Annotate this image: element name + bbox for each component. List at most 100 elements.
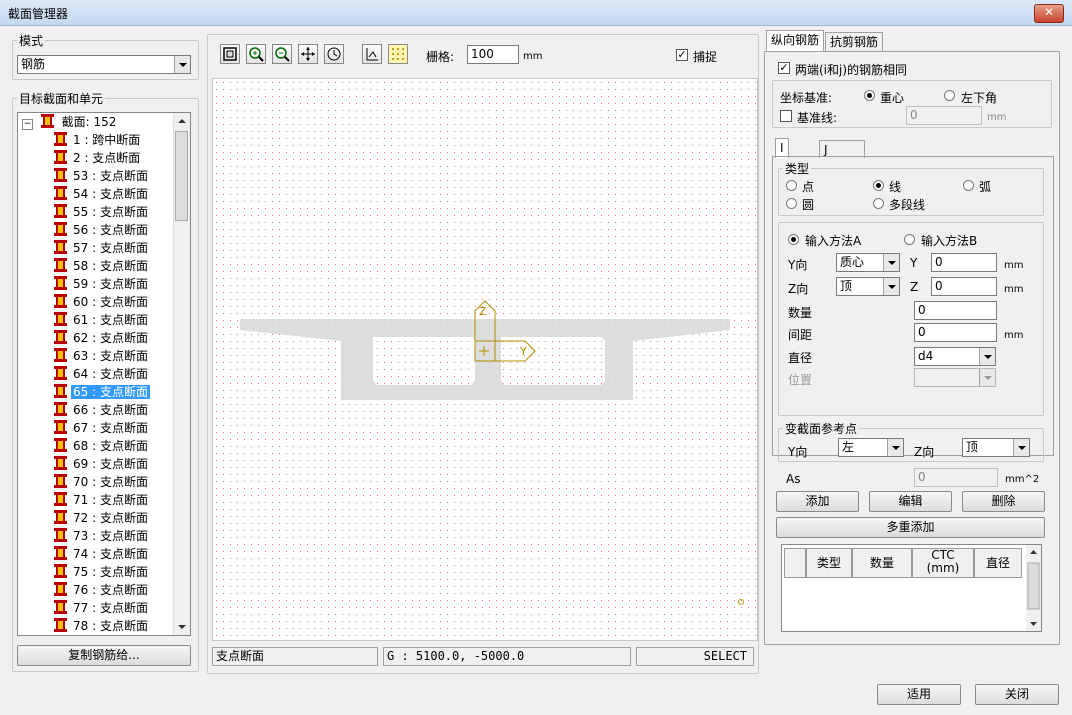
rotate-button[interactable] — [324, 44, 344, 64]
ibeam-icon — [54, 132, 67, 146]
tree-item[interactable]: 77 : 支点断面 — [54, 599, 150, 617]
y-dir-select[interactable]: 质心 — [836, 253, 900, 272]
tree-item[interactable]: 67 : 支点断面 — [54, 419, 150, 437]
collapse-icon[interactable]: − — [22, 119, 33, 130]
section-view-button[interactable] — [362, 44, 382, 64]
y-input[interactable]: 0 — [931, 253, 997, 272]
tree-item[interactable]: 54 : 支点断面 — [54, 185, 150, 203]
window-close-button[interactable]: ✕ — [1034, 4, 1064, 23]
ibeam-icon — [54, 168, 67, 182]
tree-item[interactable]: 71 : 支点断面 — [54, 491, 150, 509]
input-b-radio[interactable] — [904, 234, 915, 245]
ibeam-icon — [54, 492, 67, 506]
type-circle-radio[interactable] — [786, 198, 797, 209]
tab-end-i[interactable]: I — [775, 138, 789, 158]
centroid-radio[interactable] — [864, 90, 875, 101]
tree-item[interactable]: 57 : 支点断面 — [54, 239, 150, 257]
mode-select[interactable]: 钢筋 — [17, 55, 191, 74]
tree-item[interactable]: 2 : 支点断面 — [54, 149, 142, 167]
tree-item[interactable]: 72 : 支点断面 — [54, 509, 150, 527]
close-button[interactable]: 关闭 — [975, 684, 1059, 705]
vs-z-dir-select[interactable]: 顶 — [962, 438, 1030, 457]
zoom-out-button[interactable] — [272, 44, 292, 64]
tree-item[interactable]: 61 : 支点断面 — [54, 311, 150, 329]
type-line-radio[interactable] — [873, 180, 884, 191]
tree-item[interactable]: 78 : 支点断面 — [54, 617, 150, 635]
snap-checkbox[interactable]: ✓ — [676, 49, 688, 61]
type-polyline-radio[interactable] — [873, 198, 884, 209]
scroll-up-icon[interactable] — [174, 113, 190, 129]
tree-item-label: 63 : 支点断面 — [73, 349, 148, 363]
tree-item-label: 70 : 支点断面 — [73, 475, 148, 489]
tree-item[interactable]: 65 : 支点断面 — [54, 383, 150, 401]
delete-button[interactable]: 删除 — [962, 491, 1045, 512]
chevron-down-icon — [883, 278, 899, 295]
tree-item[interactable]: 62 : 支点断面 — [54, 329, 150, 347]
tab-longitudinal-rebar[interactable]: 纵向钢筋 — [766, 30, 825, 52]
spacing-label: 间距 — [788, 328, 813, 342]
apply-button[interactable]: 适用 — [877, 684, 961, 705]
z-dir-value: 顶 — [840, 279, 853, 293]
tree-item[interactable]: 59 : 支点断面 — [54, 275, 150, 293]
type-arc-radio[interactable] — [963, 180, 974, 191]
scroll-thumb[interactable] — [175, 131, 188, 221]
tree-item[interactable]: 69 : 支点断面 — [54, 455, 150, 473]
same-ends-checkbox[interactable]: ✓ — [778, 62, 790, 74]
tree-item[interactable]: 60 : 支点断面 — [54, 293, 150, 311]
add-button[interactable]: 添加 — [776, 491, 859, 512]
copy-rebar-button[interactable]: 复制钢筋给... — [17, 645, 191, 666]
tree-root[interactable]: − 截面: 152 — [22, 113, 116, 131]
tree-item[interactable]: 75 : 支点断面 — [54, 563, 150, 581]
z-dir-select[interactable]: 顶 — [836, 277, 900, 296]
tab-shear-rebar[interactable]: 抗剪钢筋 — [825, 32, 884, 52]
baseline-checkbox[interactable] — [780, 110, 792, 122]
position-select[interactable] — [914, 368, 996, 387]
scroll-down-icon[interactable] — [174, 619, 190, 635]
table-header-diameter[interactable]: 直径 — [974, 548, 1022, 578]
tree-item-label: 56 : 支点断面 — [73, 223, 148, 237]
bottom-left-radio[interactable] — [944, 90, 955, 101]
z-input[interactable]: 0 — [931, 277, 997, 296]
grid-input[interactable]: 100 — [467, 45, 519, 64]
tree-item[interactable]: 73 : 支点断面 — [54, 527, 150, 545]
tree-item[interactable]: 63 : 支点断面 — [54, 347, 150, 365]
diameter-select[interactable]: d4 — [914, 347, 996, 366]
pan-button[interactable] — [298, 44, 318, 64]
as-unit: mm^2 — [1005, 474, 1040, 485]
tree-scrollbar[interactable] — [173, 113, 190, 635]
section-canvas[interactable]: Z Y — [212, 78, 758, 641]
table-scrollbar[interactable] — [1026, 545, 1041, 631]
edit-button[interactable]: 编辑 — [869, 491, 952, 512]
table-header-count[interactable]: 数量 — [852, 548, 912, 578]
tree-item[interactable]: 53 : 支点断面 — [54, 167, 150, 185]
zoom-in-button[interactable] — [246, 44, 266, 64]
tree-item[interactable]: 68 : 支点断面 — [54, 437, 150, 455]
tree-item[interactable]: 66 : 支点断面 — [54, 401, 150, 419]
ibeam-icon — [54, 294, 67, 308]
baseline-input[interactable]: 0 — [906, 106, 982, 125]
rebar-table[interactable]: 类型 数量 CTC (mm) 直径 — [781, 544, 1042, 632]
zoom-fit-button[interactable] — [220, 44, 240, 64]
spacing-input[interactable]: 0 — [914, 323, 997, 342]
title-bar: 截面管理器 ✕ — [0, 0, 1072, 26]
type-point-radio[interactable] — [786, 180, 797, 191]
ibeam-icon — [54, 582, 67, 596]
tree-item[interactable]: 74 : 支点断面 — [54, 545, 150, 563]
tree-item[interactable]: 64 : 支点断面 — [54, 365, 150, 383]
y-unit: mm — [1004, 260, 1024, 271]
section-tree[interactable]: − 截面: 152 1 : 跨中断面 2 : 支点断面 53 : 支点断面 54 : … — [17, 112, 191, 636]
tree-item[interactable]: 58 : 支点断面 — [54, 257, 150, 275]
vs-y-dir-select[interactable]: 左 — [838, 438, 904, 457]
table-header-type[interactable]: 类型 — [806, 548, 852, 578]
tree-item[interactable]: 55 : 支点断面 — [54, 203, 150, 221]
section-view-icon — [366, 48, 378, 61]
tree-item[interactable]: 56 : 支点断面 — [54, 221, 150, 239]
input-a-radio[interactable] — [788, 234, 799, 245]
tree-item[interactable]: 1 : 跨中断面 — [54, 131, 142, 149]
table-header-ctc[interactable]: CTC (mm) — [912, 548, 974, 578]
multi-add-button[interactable]: 多重添加 — [776, 517, 1045, 538]
tree-item[interactable]: 70 : 支点断面 — [54, 473, 150, 491]
grid-toggle-button[interactable] — [388, 44, 408, 64]
count-input[interactable]: 0 — [914, 301, 997, 320]
tree-item[interactable]: 76 : 支点断面 — [54, 581, 150, 599]
